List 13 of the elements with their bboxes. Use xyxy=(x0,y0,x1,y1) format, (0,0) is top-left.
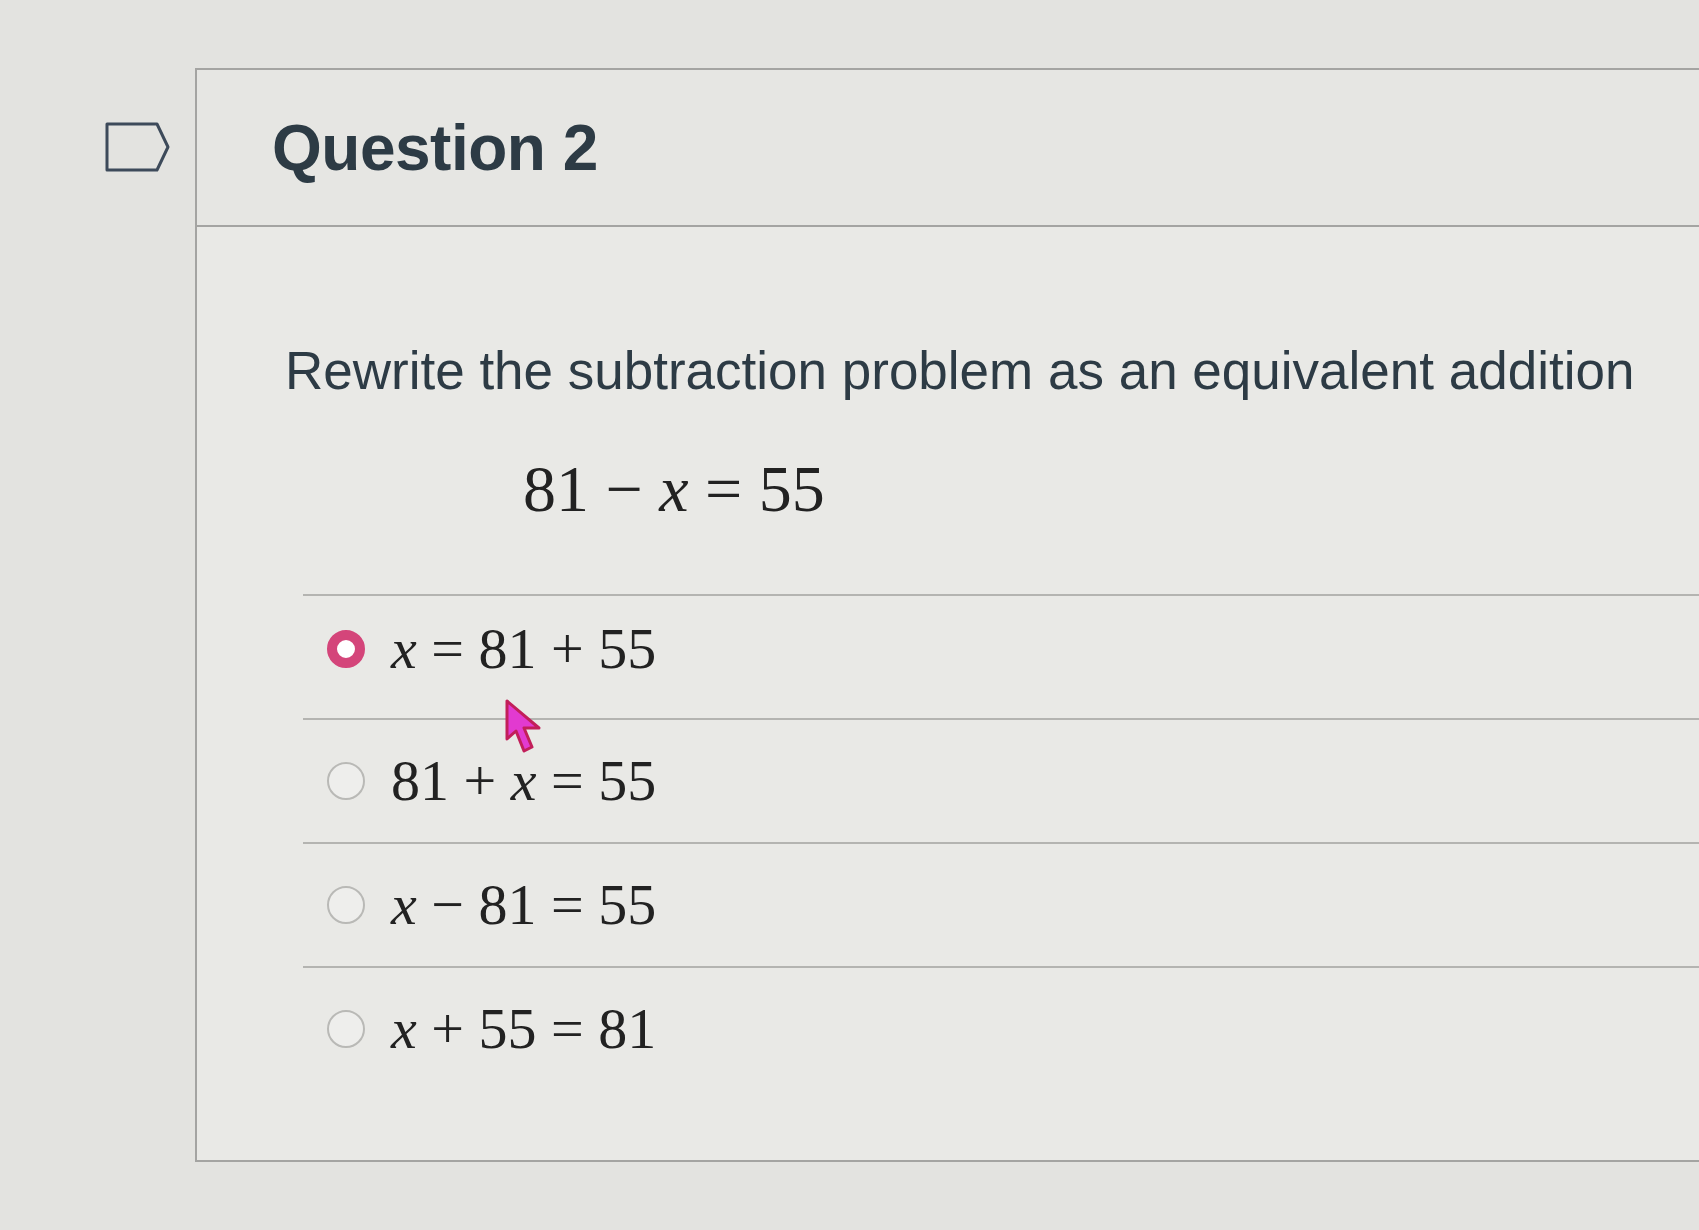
cursor-icon xyxy=(505,699,543,755)
equation: 81 − x = 55 xyxy=(523,450,825,527)
answer-option[interactable]: x − 81 = 55 xyxy=(391,870,657,940)
radio-button[interactable] xyxy=(327,629,365,668)
answer-option[interactable]: 81 + x = 55 xyxy=(391,746,657,816)
radio-button[interactable] xyxy=(327,761,365,800)
radio-button[interactable] xyxy=(327,885,365,924)
question-title: Question 2 xyxy=(272,110,598,185)
radio-button[interactable] xyxy=(327,1009,365,1048)
answer-option[interactable]: x + 55 = 81 xyxy=(391,994,657,1064)
flag-icon[interactable] xyxy=(105,122,170,172)
question-prompt: Rewrite the subtraction problem as an equivalent addition xyxy=(285,340,1635,402)
answer-option[interactable]: x = 81 + 55 xyxy=(391,614,657,684)
